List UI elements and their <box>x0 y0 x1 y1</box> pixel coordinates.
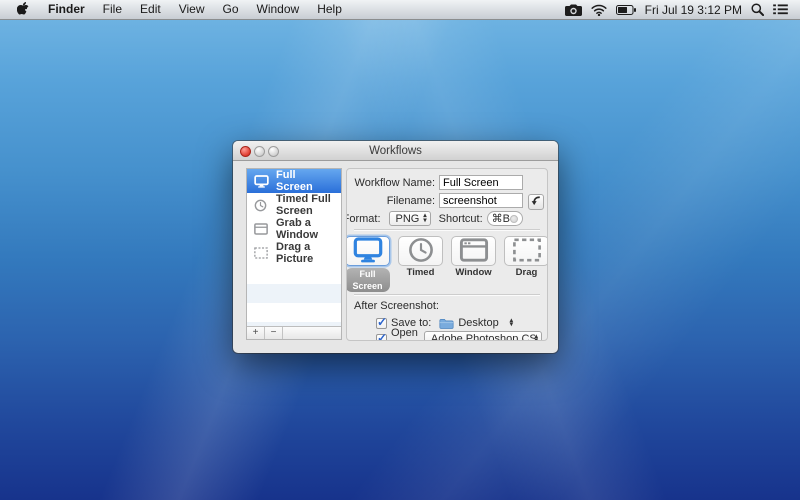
stepper-icon: ▴▾ <box>423 214 426 223</box>
open-in-row: ✓ Open in: Adobe Photoshop CS5 ▴▾ <box>354 331 539 341</box>
spotlight-icon[interactable] <box>751 3 764 16</box>
shortcut-clear-icon[interactable] <box>510 215 518 223</box>
divider <box>354 294 540 295</box>
open-in-value: Adobe Photoshop CS5 <box>431 333 535 341</box>
window-frame-icon <box>254 222 270 236</box>
stepper-icon: ▴▾ <box>535 335 538 342</box>
menu-help[interactable]: Help <box>308 0 351 19</box>
menu-file[interactable]: File <box>94 0 131 19</box>
display-icon <box>254 174 270 188</box>
stepper-icon[interactable]: ▴▾ <box>510 319 513 328</box>
filename-label: Filename: <box>353 195 435 207</box>
screenshot-app-icon[interactable] <box>565 4 582 16</box>
window-frame-icon <box>459 238 489 265</box>
workflow-settings-panel: Workflow Name: Filename: Format: PNG ▴▾ <box>346 168 548 341</box>
open-in-checkbox[interactable]: ✓ <box>376 334 387 342</box>
workflow-list-rows: Full Screen Timed Full Screen Grab a Win… <box>247 169 341 326</box>
mode-label: Window <box>455 267 491 278</box>
workflow-name-row: Workflow Name: <box>353 175 523 190</box>
menu-window[interactable]: Window <box>248 0 309 19</box>
filename-input[interactable] <box>439 193 523 208</box>
wifi-icon[interactable] <box>591 4 607 16</box>
menu-view[interactable]: View <box>170 0 214 19</box>
divider <box>354 229 540 230</box>
workflow-item-grab-a-window[interactable]: Grab a Window <box>247 217 341 241</box>
apple-icon <box>17 2 30 17</box>
display-icon <box>353 237 383 266</box>
open-in-label: Open in: <box>391 327 418 341</box>
shortcut-input[interactable]: ⌘B <box>487 211 523 226</box>
close-button[interactable] <box>240 146 251 157</box>
clock-icon <box>408 237 434 266</box>
title-bar[interactable]: Workflows <box>233 141 558 161</box>
menu-edit[interactable]: Edit <box>131 0 170 19</box>
workflow-item-timed-full-screen[interactable]: Timed Full Screen <box>247 193 341 217</box>
mode-label: Full Screen <box>346 268 390 292</box>
workflow-item-label: Grab a Window <box>276 217 334 241</box>
curved-arrow-icon <box>531 196 541 209</box>
format-shortcut-row: Format: PNG ▴▾ Shortcut: ⌘B <box>353 211 523 226</box>
format-value: PNG <box>396 213 420 225</box>
checkmark-icon: ✓ <box>377 331 387 342</box>
menu-go[interactable]: Go <box>214 0 248 19</box>
menu-bar-status: Fri Jul 19 3:12 PM <box>565 3 792 17</box>
mode-label: Timed <box>407 267 435 278</box>
mode-label: Drag <box>516 267 538 278</box>
mode-timed-button[interactable] <box>398 236 443 266</box>
format-popup[interactable]: PNG ▴▾ <box>389 211 431 226</box>
workflow-name-label: Workflow Name: <box>353 177 435 189</box>
clock-icon <box>254 198 270 212</box>
dashed-selection-icon <box>512 238 542 265</box>
workflow-list: Full Screen Timed Full Screen Grab a Win… <box>246 168 342 340</box>
mode-window-button[interactable] <box>451 236 496 266</box>
window-controls <box>240 146 279 157</box>
add-workflow-button[interactable]: + <box>247 327 265 339</box>
workflow-name-input[interactable] <box>439 175 523 190</box>
checkmark-icon: ✓ <box>377 315 387 329</box>
workflow-item-label: Full Screen <box>276 169 334 193</box>
mode-full-screen-button[interactable] <box>346 236 390 266</box>
battery-icon[interactable] <box>616 5 636 15</box>
menu-bar-clock[interactable]: Fri Jul 19 3:12 PM <box>645 3 742 17</box>
notification-list-icon[interactable] <box>773 4 788 15</box>
shortcut-value: ⌘B <box>492 212 510 225</box>
workflow-item-full-screen[interactable]: Full Screen <box>247 169 341 193</box>
dashed-selection-icon <box>254 246 270 260</box>
menu-bar: Finder File Edit View Go Window Help Fri… <box>0 0 800 20</box>
mode-drag[interactable]: Drag <box>504 236 548 292</box>
workflow-fields: Workflow Name: Filename: Format: PNG ▴▾ <box>347 169 547 226</box>
list-edit-bar: + − <box>247 326 341 339</box>
window-title: Workflows <box>369 145 422 157</box>
folder-icon <box>439 318 454 329</box>
zoom-button[interactable] <box>268 146 279 157</box>
remove-workflow-button[interactable]: − <box>265 327 283 339</box>
menu-finder[interactable]: Finder <box>39 0 94 19</box>
after-screenshot-section: After Screenshot: ✓ Save to: Desktop ▴▾ … <box>347 297 547 341</box>
mode-drag-button[interactable] <box>504 236 548 266</box>
save-to-row: ✓ Save to: Desktop ▴▾ <box>354 315 539 331</box>
format-label: Format: <box>346 213 381 225</box>
save-to-checkbox[interactable]: ✓ <box>376 318 387 329</box>
workflow-item-label: Drag a Picture <box>276 241 334 265</box>
capture-mode-buttons: Full Screen Timed Window <box>347 232 547 292</box>
mode-window[interactable]: Window <box>451 236 496 292</box>
workflows-window: Workflows Full Screen Timed Full Screen <box>233 141 558 353</box>
mode-timed[interactable]: Timed <box>398 236 443 292</box>
filename-token-button[interactable] <box>528 194 544 210</box>
filename-row: Filename: <box>353 193 523 208</box>
workflow-item-drag-a-picture[interactable]: Drag a Picture <box>247 241 341 265</box>
mode-full-screen[interactable]: Full Screen <box>346 236 390 292</box>
after-screenshot-header: After Screenshot: <box>354 300 539 313</box>
minimize-button[interactable] <box>254 146 265 157</box>
save-to-value[interactable]: Desktop <box>458 317 498 329</box>
open-in-popup[interactable]: Adobe Photoshop CS5 ▴▾ <box>424 331 542 341</box>
shortcut-label: Shortcut: <box>439 213 483 225</box>
workflow-item-label: Timed Full Screen <box>276 193 334 217</box>
apple-menu[interactable] <box>8 2 39 17</box>
